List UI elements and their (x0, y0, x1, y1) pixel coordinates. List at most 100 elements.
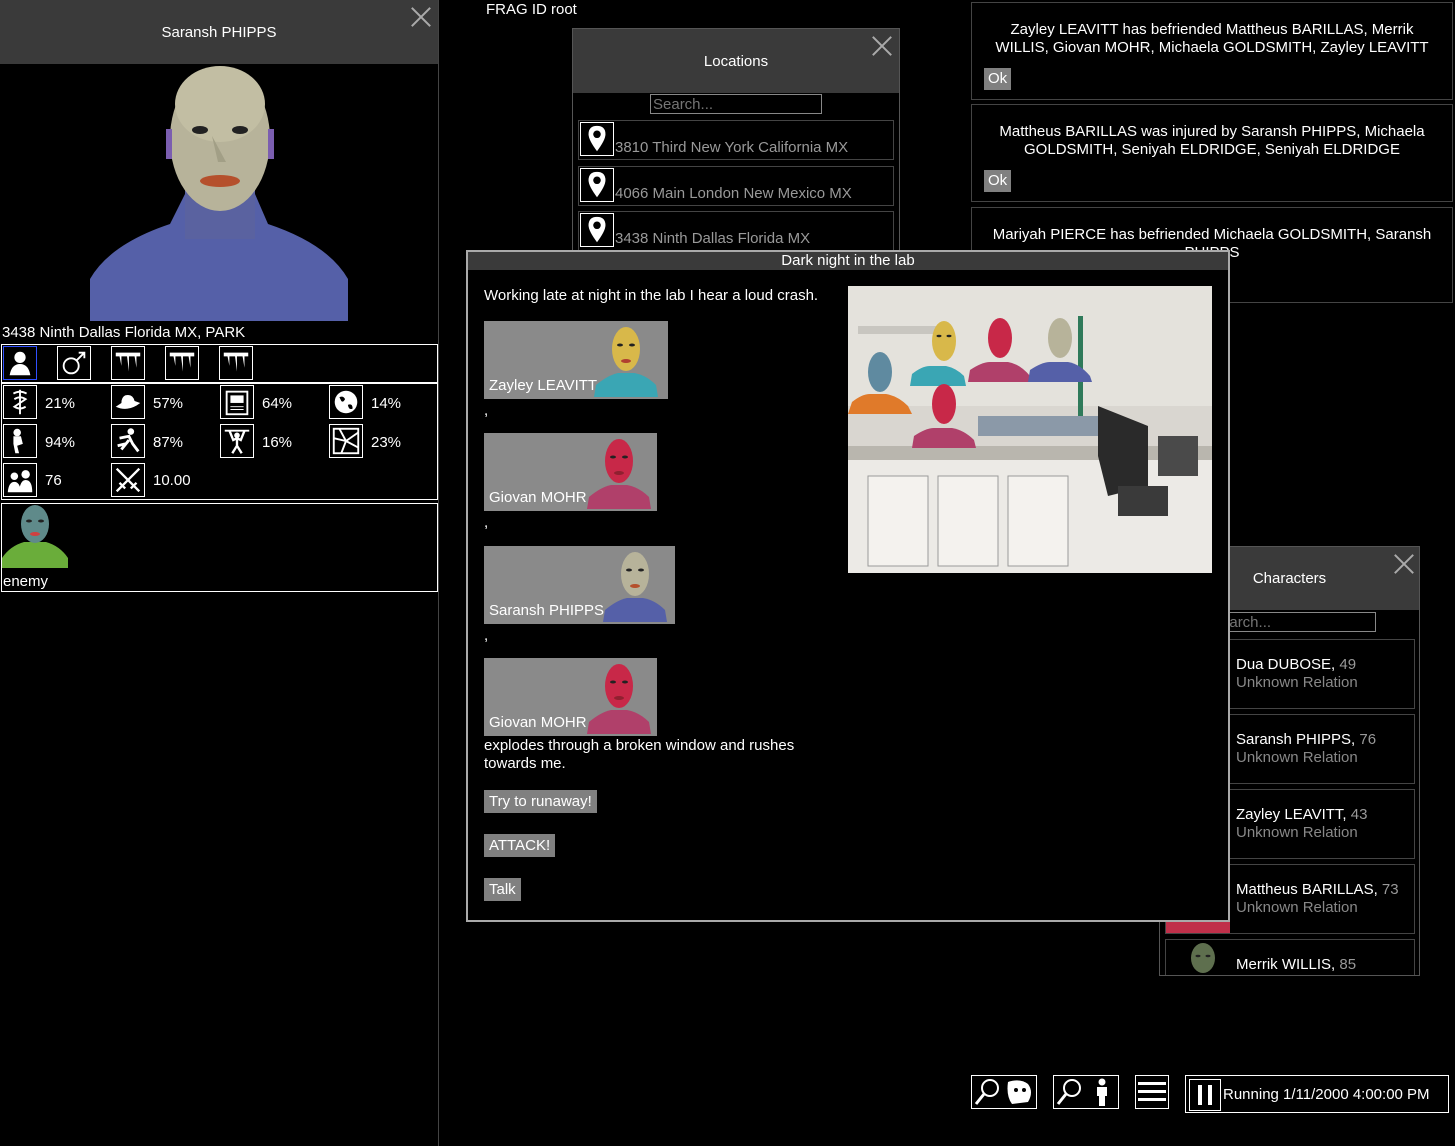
magnifier-beast-icon (974, 1079, 1031, 1105)
character-relation: Unknown Relation (1236, 749, 1358, 766)
location-address: 3810 Third New York California MX (615, 139, 849, 156)
athlete-icon (111, 424, 145, 458)
characters-title: Characters (1252, 570, 1327, 587)
stat-value: 76 (45, 472, 62, 489)
enemy-avatar[interactable] (2, 504, 68, 568)
stat-value: 94% (45, 434, 76, 451)
talk-button[interactable]: Talk (484, 878, 521, 901)
ok-button[interactable]: Ok (984, 68, 1012, 90)
stat-value: 14% (371, 395, 402, 412)
notification-text: Zayley LEAVITT has befriended Mattheus B… (995, 21, 1429, 56)
character-relation: Unknown Relation (1236, 899, 1358, 916)
character-face (603, 552, 667, 622)
character-name: Dua DUBOSE, 49 (1236, 656, 1357, 673)
ok-button[interactable]: Ok (984, 170, 1012, 192)
game-clock: Running 1/11/2000 4:00:00 PM (1223, 1086, 1430, 1103)
map-pin-icon (580, 213, 614, 247)
character-card[interactable]: Giovan MOHR (484, 658, 657, 736)
search-person-button[interactable] (1053, 1075, 1119, 1109)
event-title: Dark night in the lab (781, 252, 915, 269)
relations-box: enemy (1, 503, 438, 592)
character-card-name: Giovan MOHR (489, 714, 587, 731)
weightlifter-icon (220, 424, 254, 458)
location-item[interactable]: 4066 Main London New Mexico MX (578, 166, 894, 206)
event-title-bar: Dark night in the lab (468, 252, 1228, 270)
profile-panel: Saransh PHIPPS 3438 Ninth Dallas Florida… (0, 0, 439, 1146)
hat-icon (111, 385, 145, 419)
location-item[interactable]: 3810 Third New York California MX (578, 120, 894, 160)
stat-value: 21% (45, 395, 76, 412)
globe-icon (329, 385, 363, 419)
character-card[interactable]: Giovan MOHR (484, 433, 657, 511)
time-control: Running 1/11/2000 4:00:00 PM (1185, 1075, 1449, 1113)
stat-value: 87% (153, 434, 184, 451)
location-address: 3438 Ninth Dallas Florida MX (615, 230, 811, 247)
frag-id-label: FRAG ID root (486, 1, 577, 18)
stat-value: 23% (371, 434, 402, 451)
character-name: Zayley LEAVITT, 43 (1236, 806, 1368, 823)
stats-grid: 21% 57% 64% 14% 94% 87% 16% 23% 76 10.00 (1, 383, 438, 500)
character-face (587, 664, 651, 734)
character-card[interactable]: Saransh PHIPPS (484, 546, 675, 624)
swords-icon (111, 463, 145, 497)
character-item[interactable]: Merrik WILLIS, 85 (1165, 939, 1415, 975)
magnifier-person-icon (1056, 1078, 1107, 1106)
character-face (594, 327, 658, 397)
search-input[interactable] (650, 94, 822, 114)
locations-panel: Locations 3810 Third New York California… (572, 28, 900, 258)
character-card-name: Zayley LEAVITT (489, 377, 598, 394)
location-address: 4066 Main London New Mexico MX (615, 185, 852, 202)
people-icon (3, 463, 37, 497)
runaway-button[interactable]: Try to runaway! (484, 790, 597, 813)
profile-name: Saransh PHIPPS (161, 23, 277, 41)
character-name: Saransh PHIPPS, 76 (1236, 731, 1377, 748)
character-name: Merrik WILLIS, 85 (1236, 956, 1357, 973)
character-relation: Unknown Relation (1236, 674, 1358, 691)
stat-value: 64% (262, 395, 293, 412)
thinker-icon (3, 424, 37, 458)
character-face (587, 439, 651, 509)
close-icon[interactable] (871, 35, 893, 57)
character-card[interactable]: Zayley LEAVITT (484, 321, 668, 399)
stat-value: 10.00 (153, 472, 191, 489)
locations-header: Locations (573, 29, 899, 93)
event-intro: Working late at night in the lab I hear … (484, 287, 819, 304)
separator-comma: , (484, 402, 489, 419)
shatter-icon (329, 424, 363, 458)
person-icon[interactable] (3, 346, 37, 380)
trait-row (1, 344, 438, 383)
hamburger-icon (1138, 1082, 1166, 1101)
blood-drip-icon[interactable] (165, 346, 199, 380)
stat-value: 16% (262, 434, 293, 451)
character-card-name: Giovan MOHR (489, 489, 587, 506)
close-icon[interactable] (410, 6, 432, 28)
relation-label: enemy (3, 573, 49, 590)
event-outro: explodes through a broken window and rus… (484, 737, 795, 772)
pause-button[interactable] (1189, 1079, 1221, 1111)
caduceus-icon (3, 385, 37, 419)
search-monster-button[interactable] (971, 1075, 1037, 1109)
character-card-name: Saransh PHIPPS (489, 602, 605, 619)
character-portrait (90, 66, 348, 321)
menu-button[interactable] (1135, 1075, 1169, 1109)
notification-card: Zayley LEAVITT has befriended Mattheus B… (971, 2, 1453, 100)
pause-icon (1198, 1085, 1212, 1105)
notification-card: Mattheus BARILLAS was injured by Saransh… (971, 104, 1453, 202)
lab-scene-image (848, 286, 1212, 573)
male-icon[interactable] (57, 346, 91, 380)
attack-button[interactable]: ATTACK! (484, 834, 556, 857)
close-icon[interactable] (1393, 553, 1415, 575)
book-icon (220, 385, 254, 419)
profile-header: Saransh PHIPPS (0, 0, 438, 64)
blood-drip-icon[interactable] (219, 346, 253, 380)
separator-comma: , (484, 627, 489, 644)
event-dialog: Dark night in the lab Working late at ni… (466, 250, 1230, 922)
location-item[interactable]: 3438 Ninth Dallas Florida MX (578, 211, 894, 251)
character-avatar (1191, 943, 1215, 973)
character-relation: Unknown Relation (1236, 824, 1358, 841)
blood-drip-icon[interactable] (111, 346, 145, 380)
stat-value: 57% (153, 395, 184, 412)
notification-text: Mattheus BARILLAS was injured by Saransh… (999, 123, 1425, 158)
locations-title: Locations (703, 52, 769, 70)
search-input[interactable] (1208, 612, 1376, 632)
